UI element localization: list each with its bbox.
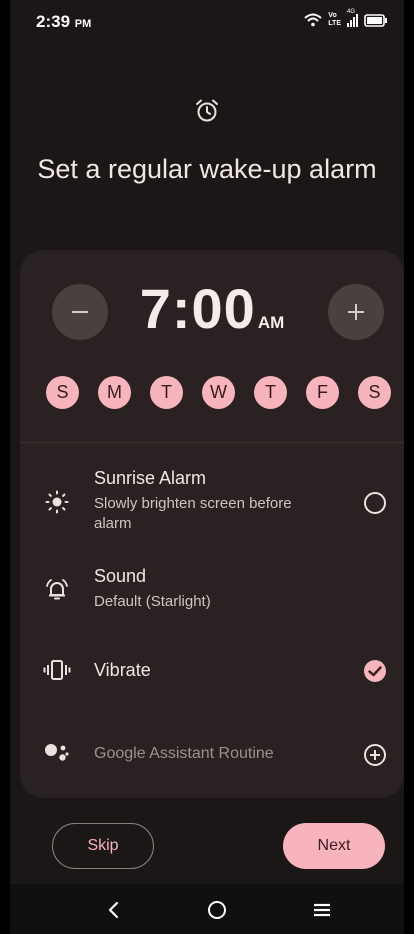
signal-bar <box>347 23 349 27</box>
day-selector: S M T W T F S <box>46 376 391 409</box>
day-toggle-monday[interactable]: M <box>98 376 131 409</box>
menu-icon[interactable] <box>308 896 336 924</box>
signal-icon: 4G <box>347 9 358 27</box>
day-toggle-thursday[interactable]: T <box>254 376 287 409</box>
google-assistant-option[interactable]: Google Assistant Routine <box>20 730 404 776</box>
plus-icon <box>348 304 364 320</box>
vibrate-option[interactable]: Vibrate <box>20 645 404 695</box>
wifi-icon <box>304 13 322 27</box>
add-circle-icon[interactable] <box>362 742 388 768</box>
alarm-time-value: 7:00 <box>139 277 256 340</box>
signal-label: 4G <box>347 9 356 15</box>
increment-time-button[interactable] <box>328 284 384 340</box>
day-toggle-sunday[interactable]: S <box>46 376 79 409</box>
page-title: Set a regular wake-up alarm <box>37 154 377 184</box>
signal-bar <box>353 17 355 27</box>
home-icon[interactable] <box>203 896 231 924</box>
day-toggle-wednesday[interactable]: W <box>202 376 235 409</box>
signal-bar <box>350 20 352 27</box>
status-time-value: 2:39 <box>36 12 71 31</box>
navigation-bar <box>10 884 404 934</box>
screen: 2:39 PM Vo LTE 4G Set a regular wake-up … <box>0 0 414 934</box>
volte-label-top: Vo <box>328 12 337 19</box>
brightness-icon <box>42 487 72 517</box>
skip-button[interactable]: Skip <box>52 823 154 869</box>
sound-title: Sound <box>94 566 147 586</box>
day-toggle-friday[interactable]: F <box>306 376 339 409</box>
time-picker-section: 7:00 AM S M T W T F S <box>20 250 404 443</box>
sunrise-alarm-title: Sunrise Alarm <box>94 468 207 488</box>
battery-icon <box>364 13 387 27</box>
volte-icon: Vo LTE <box>328 12 341 28</box>
alarm-clock-icon <box>196 99 218 122</box>
google-assistant-title: Google Assistant Routine <box>94 745 274 762</box>
day-toggle-tuesday[interactable]: T <box>150 376 183 409</box>
sound-subtitle: Default (Starlight) <box>94 593 211 610</box>
signal-bar <box>356 14 358 27</box>
sunrise-alarm-radio[interactable] <box>362 490 388 516</box>
google-assistant-icon <box>42 738 72 768</box>
sunrise-alarm-subtitle: Slowly brighten screen before alarm <box>94 495 292 532</box>
sunrise-alarm-option[interactable]: Sunrise Alarm Slowly brighten screen bef… <box>20 460 404 540</box>
status-bar: 2:39 PM Vo LTE 4G <box>10 0 404 40</box>
status-icons: Vo LTE 4G <box>304 9 388 28</box>
status-time: 2:39 PM <box>36 12 91 32</box>
vibrate-icon <box>42 655 72 685</box>
vibrate-checkbox[interactable] <box>362 658 388 684</box>
bell-ringing-icon <box>42 575 72 605</box>
alarm-time-ampm: AM <box>257 313 285 332</box>
day-toggle-saturday[interactable]: S <box>358 376 391 409</box>
back-icon[interactable] <box>100 896 128 924</box>
volte-label-bottom: LTE <box>328 20 341 27</box>
alarm-settings-card: 7:00 AM S M T W T F S Sunrise Alarm Slow… <box>20 250 404 798</box>
status-time-ampm: PM <box>74 18 92 30</box>
sound-option[interactable]: Sound Default (Starlight) <box>20 560 404 620</box>
next-button[interactable]: Next <box>283 823 385 869</box>
app-root: 2:39 PM Vo LTE 4G Set a regular wake-up … <box>10 0 404 934</box>
vibrate-title: Vibrate <box>94 660 151 680</box>
